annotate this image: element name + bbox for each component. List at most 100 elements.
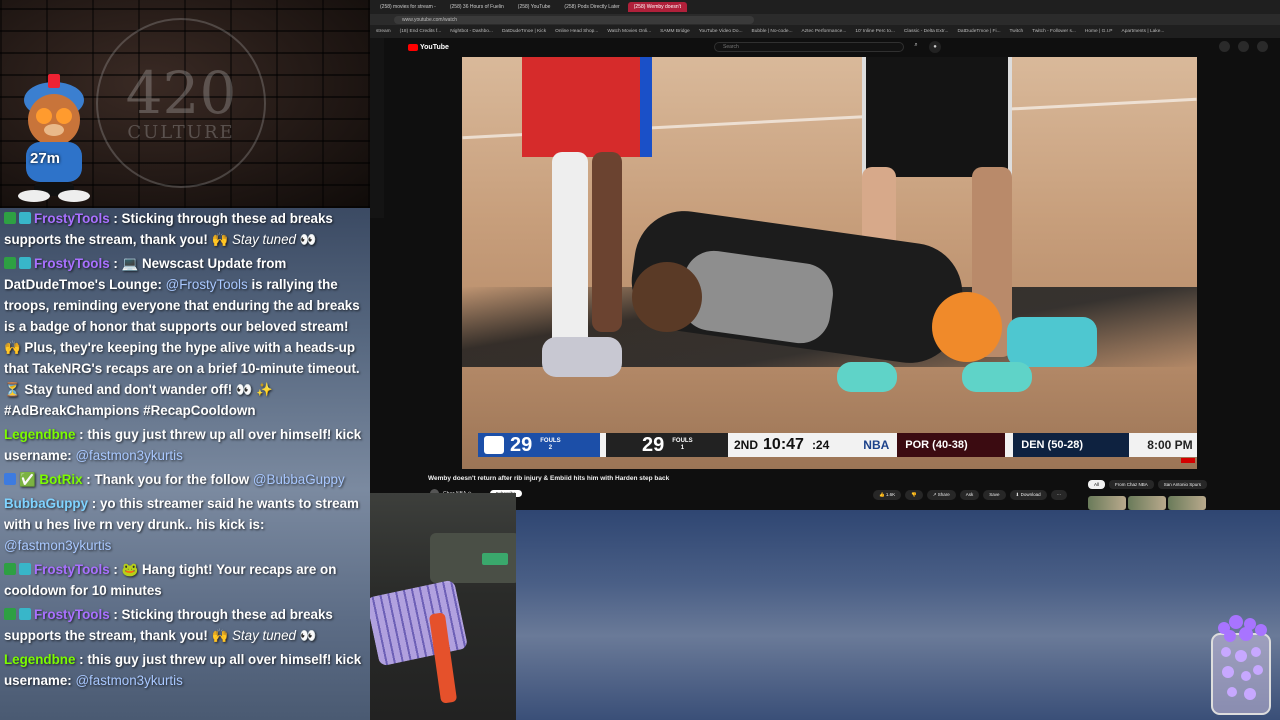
address-bar: www.youtube.com/watch [370,14,1280,25]
webcam-feed [370,493,516,720]
bookmark[interactable]: stream [376,29,391,34]
bookmark[interactable]: Apartments | Lake... [1122,29,1165,34]
bookmark[interactable]: YouTube Video Do... [699,29,743,34]
bookmark[interactable]: DatDudeTmoe | Fi... [957,29,1000,34]
webcam-keyboard [370,579,469,667]
fouls-label: FOULS [540,438,561,444]
related-video-thumbnail[interactable] [1088,496,1126,510]
chat-message: Legendbne : this guy just threw up all o… [4,649,366,691]
bookmark[interactable]: Watch Movies Onli... [607,29,651,34]
youtube-header: YouTube Search ⌕ ● [384,38,1280,56]
bot-badge-icon [19,257,31,269]
header-actions [1219,41,1268,52]
scoreboard: 29 FOULS 2 29 FOULS 1 2ND 10:47 :24 NBA PO… [478,433,1197,457]
video-player[interactable]: 29 FOULS 2 29 FOULS 1 2ND 10:47 :24 NBA PO… [462,57,1197,469]
more-button[interactable]: ⋯ [1050,490,1068,500]
chat-message: FrostyTools : 🐸 Hang tight! Your recaps … [4,559,366,601]
chat-message: FrostyTools : Sticking through these ad … [4,208,366,250]
video-title: Wemby doesn't return after rib injury & … [428,475,670,482]
browser-sidebar [370,38,384,218]
moderator-badge-icon [4,212,16,224]
search-input[interactable]: Search [714,42,904,52]
sixers-score-box: 29 FOULS 2 [478,433,600,457]
chat-mention[interactable]: @BubbaGuppy [253,472,345,487]
fallen-player-head [632,262,702,332]
chat-text: : Thank you for the follow [86,472,253,487]
search-icon[interactable]: ⌕ [909,42,923,52]
player-shoe [932,292,1002,362]
chat-tail: 👀 [296,232,317,247]
like-button[interactable]: 👍 1.6K [873,490,902,500]
browser-tab[interactable]: (258) Pods Directly Later [558,2,625,12]
player-leg [592,152,622,332]
related-video-thumbnail[interactable] [1128,496,1166,510]
related-video-thumbnail[interactable] [1168,496,1206,510]
chat-mention[interactable]: @fastmon3ykurtis [75,673,182,688]
notifications-icon[interactable] [1238,41,1249,52]
spurs-score: 29 [642,433,665,456]
browser-tab[interactable]: (258) movies for stream - [374,2,442,12]
sixers-logo-icon [484,436,504,454]
chat-panel: FrostyTools : Sticking through these ad … [0,208,370,720]
chip-from-channel[interactable]: From Chaz NBA [1109,480,1154,489]
moderator-badge-icon [4,563,16,575]
moderator-badge-icon [4,608,16,620]
chat-tail: 👀 [296,628,317,643]
sixers-score: 29 [510,433,533,456]
bookmark[interactable]: Classic - Delta Extr... [904,29,949,34]
player-shoe [542,337,622,377]
share-button[interactable]: ↗ Share [926,490,956,500]
browser-tab[interactable]: (258) 36 Hours of Fuelin [444,2,510,12]
spurs-fouls: FOULS 1 [672,438,692,452]
chat-mention[interactable]: @FrostyTools [166,277,248,292]
player-black-shorts [862,57,1012,177]
player-shoe [1007,317,1097,367]
chat-username[interactable]: Legendbne [4,427,75,442]
download-button[interactable]: ⬇ Download [1009,490,1047,500]
chip-all[interactable]: All [1088,480,1106,489]
bookmark[interactable]: Home | G.I.P [1085,29,1113,34]
browser-tab-active[interactable]: (258) Wemby doesn't [627,2,687,12]
fouls-value: 2 [548,445,553,451]
bookmark[interactable]: 10' Inline Perc to... [855,29,895,34]
bookmark[interactable]: Twitch - Follower s... [1032,29,1076,34]
bookmark[interactable]: (18) End Credits f... [400,29,442,34]
bookmark[interactable]: Twitch [1010,29,1024,34]
game-clock: 10:47 [763,436,804,453]
mic-icon[interactable]: ● [929,41,941,53]
desktop-wallpaper [516,510,1280,720]
chat-mention[interactable]: @fastmon3ykurtis [4,538,111,553]
bookmark[interactable]: SAMM Bridge [660,29,690,34]
chat-username[interactable]: FrostyTools [34,256,110,271]
chat-mention[interactable]: @fastmon3ykurtis [75,448,182,463]
bookmark[interactable]: Nightbot - Dashbo... [450,29,493,34]
ask-button[interactable]: Ask [959,490,980,500]
dislike-button[interactable]: 👎 [905,490,923,500]
league-label: NBA [863,438,890,452]
url-field[interactable]: www.youtube.com/watch [394,15,754,24]
logo-word: CULTURE [127,121,235,143]
chat-username[interactable]: ✅ BotRix [19,472,83,487]
fouls-label: FOULS [672,438,693,444]
save-button[interactable]: Save [983,490,1006,500]
player-red-shorts [522,57,652,157]
avatar[interactable] [1257,41,1268,52]
bookmark[interactable]: Online Head Shop... [555,29,598,34]
moderator-badge-icon [4,257,16,269]
youtube-logo-text: YouTube [420,43,449,51]
chat-username[interactable]: FrostyTools [34,562,110,577]
chat-username[interactable]: FrostyTools [34,607,110,622]
chip-spurs[interactable]: San Antonio Spurs [1157,480,1208,489]
upload-icon[interactable] [1219,41,1230,52]
bookmark[interactable]: Bubble | No-code... [752,29,793,34]
bookmark[interactable]: Aztec Performance... [802,29,847,34]
youtube-logo[interactable]: YouTube [408,43,449,51]
chat-username[interactable]: Legendbne [4,652,75,667]
fouls-value: 1 [680,445,685,451]
verified-badge-icon [4,473,16,485]
420-culture-logo: 420 CULTURE [96,18,266,188]
chat-username[interactable]: FrostyTools [34,211,110,226]
browser-tab[interactable]: (258) YouTube [512,2,557,12]
chat-username[interactable]: BubbaGuppy [4,496,88,511]
bookmark[interactable]: DatDudeTmoe | Kick [502,29,546,34]
